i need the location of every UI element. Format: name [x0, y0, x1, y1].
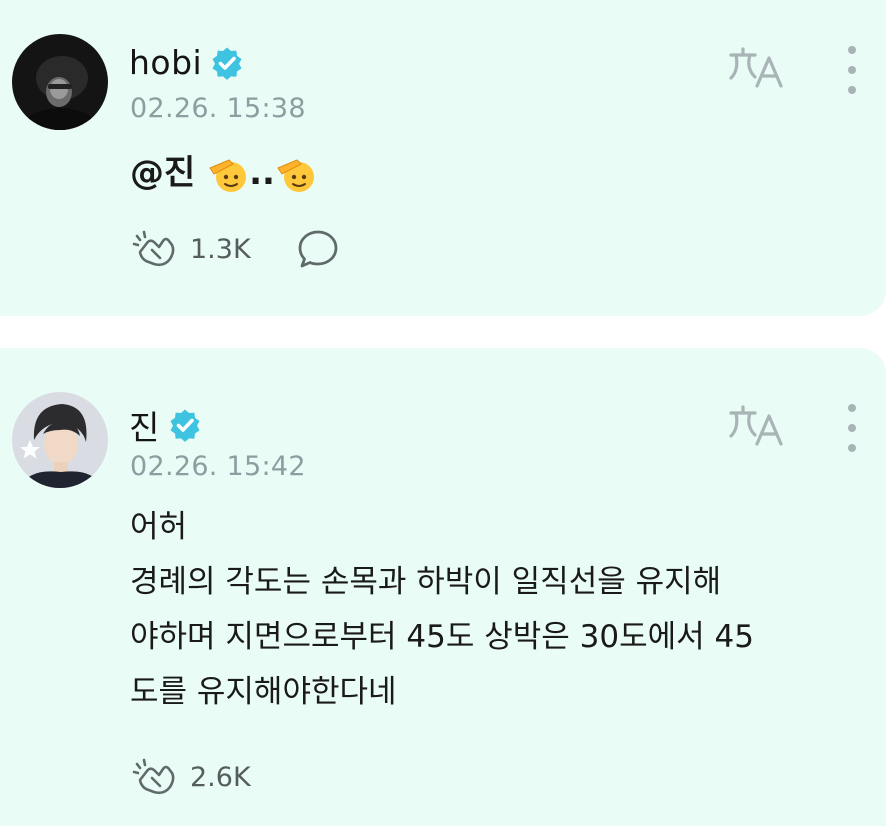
more-dot	[848, 86, 856, 94]
reaction-button[interactable]: 2.6K	[132, 756, 251, 798]
author-name[interactable]: 진	[129, 401, 160, 449]
translate-icon[interactable]	[728, 46, 786, 90]
post-body: @진 ..	[130, 146, 317, 201]
post-card-hobi[interactable]: hobi 02.26. 15:38 @진 .. 1.3K	[0, 0, 886, 316]
author-name[interactable]: hobi	[129, 43, 202, 82]
author-row: hobi	[129, 43, 244, 82]
verified-badge-icon	[212, 47, 242, 80]
more-options-icon[interactable]	[842, 404, 862, 452]
post-timestamp: 02.26. 15:38	[130, 93, 306, 124]
post-body-line: 경례의 각도는 손목과 하박이 일직선을 유지해	[130, 564, 722, 600]
more-options-icon[interactable]	[842, 46, 862, 94]
saluting-face-emoji	[277, 158, 314, 192]
avatar[interactable]	[12, 392, 108, 488]
post-body-line: 도를 유지해야한다네	[130, 674, 397, 710]
mention-link[interactable]: @진	[130, 153, 195, 193]
author-row: 진	[129, 401, 202, 449]
post-body-line: 어허	[130, 509, 188, 545]
post-timestamp: 02.26. 15:42	[130, 451, 306, 482]
reaction-button[interactable]: 1.3K	[132, 228, 251, 270]
reaction-count: 1.3K	[190, 233, 251, 265]
post-body-line: 야하며 지면으로부터 45도 상박은 30도에서 45	[130, 619, 754, 655]
saluting-face-emoji	[209, 158, 247, 192]
post-body: 어허 경례의 각도는 손목과 하박이 일직선을 유지해 야하며 지면으로부터 4…	[130, 500, 754, 720]
comment-bubble-icon[interactable]	[296, 228, 340, 270]
verified-badge-icon	[170, 409, 200, 442]
more-dot	[848, 444, 856, 452]
clapping-hands-icon	[132, 230, 175, 267]
translate-icon[interactable]	[728, 404, 786, 448]
more-dot	[848, 66, 856, 74]
emoji-separator: ..	[249, 153, 275, 193]
more-dot	[848, 46, 856, 54]
avatar[interactable]	[12, 34, 108, 130]
more-dot	[848, 424, 856, 432]
more-dot	[848, 404, 856, 412]
reaction-count: 2.6K	[190, 761, 251, 793]
post-card-jin[interactable]: 진 02.26. 15:42 어허 경례의 각도는 손목과 하박이 일직선을 유…	[0, 348, 886, 826]
clapping-hands-icon	[132, 758, 175, 795]
